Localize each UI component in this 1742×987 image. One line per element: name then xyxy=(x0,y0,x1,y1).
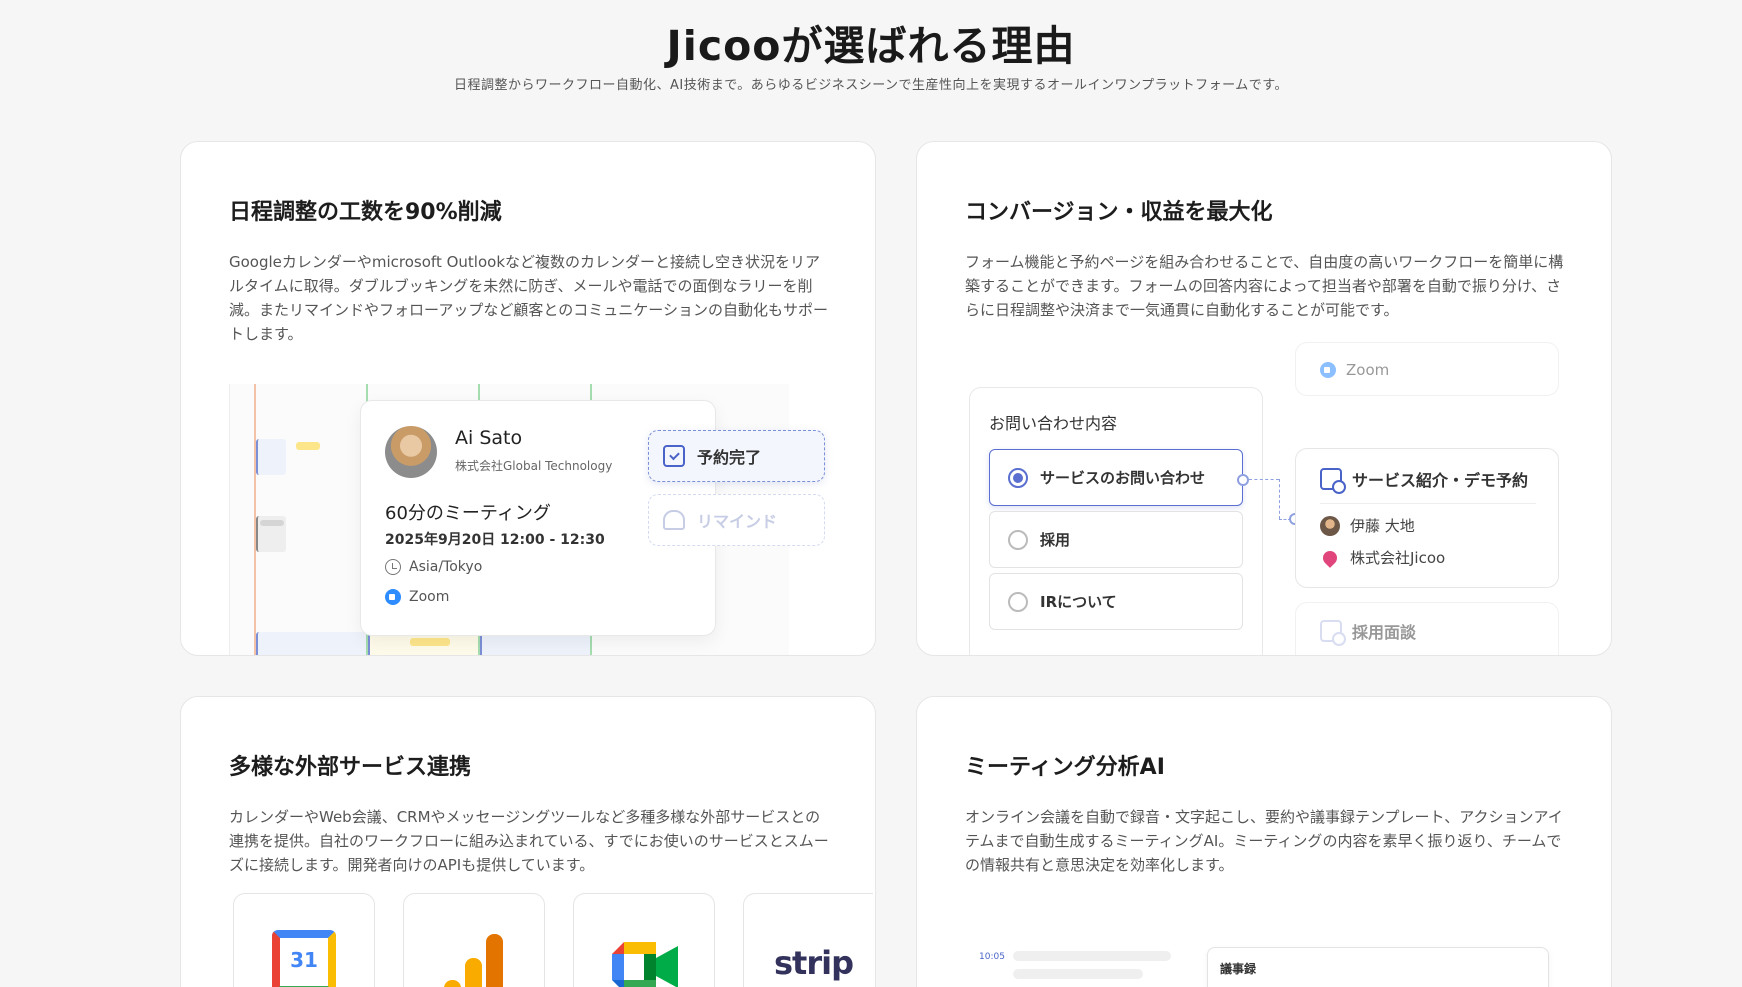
radio-icon xyxy=(1008,591,1028,612)
zoom-icon xyxy=(1320,362,1336,378)
card-description: カレンダーやWeb会議、CRMやメッセージングツールなど多種多様な外部サービスと… xyxy=(229,808,829,874)
connector-line xyxy=(1249,479,1279,480)
host-avatar xyxy=(1320,515,1340,536)
service-company: 株式会社Jicoo xyxy=(1350,549,1446,567)
card-title: コンバージョン・収益を最大化 xyxy=(965,200,1273,225)
integration-stripe[interactable]: strip xyxy=(743,893,873,987)
section-subtitle: 日程調整からワークフロー自動化、AI技術まで。あらゆるビジネスシーンで生産性向上… xyxy=(454,78,1288,93)
calendar-clock-icon xyxy=(1320,620,1346,646)
integration-google-calendar[interactable]: 31 xyxy=(233,893,375,987)
service-title: サービス紹介・デモ予約 xyxy=(1352,471,1529,490)
form-option-recruitment[interactable]: 採用 xyxy=(989,511,1243,568)
card-description: フォーム機能と予約ページを組み合わせることで、自由度の高いワークフローを簡単に構… xyxy=(965,253,1564,319)
location-row: Zoom xyxy=(385,589,449,605)
service-card-recruit[interactable]: 採用面談 xyxy=(1295,602,1559,655)
card-description: オンライン会議を自動で録音・文字起こし、要約や議事録テンプレート、アクションアイ… xyxy=(965,808,1563,874)
feature-card-conversion: コンバージョン・収益を最大化 フォーム機能と予約ページを組み合わせることで、自由… xyxy=(916,141,1612,656)
calendar-clock-icon xyxy=(1320,468,1346,494)
service-title-row: 採用面談 xyxy=(1320,619,1417,646)
zoom-icon xyxy=(385,589,401,605)
service-title: 採用面談 xyxy=(1352,623,1417,642)
inquiry-form: お問い合わせ内容 サービスのお問い合わせ 採用 IRについて xyxy=(969,387,1263,655)
card-description: Googleカレンダーやmicrosoft Outlookなど複数のカレンダーと… xyxy=(229,253,828,343)
timezone-row: Asia/Tokyo xyxy=(385,559,482,575)
bell-icon xyxy=(663,510,685,530)
service-location-row: Zoom xyxy=(1320,361,1389,379)
feature-card-meeting-ai: ミーティング分析AI オンライン会議を自動で録音・文字起こし、要約や議事録テンプ… xyxy=(916,696,1612,987)
form-option-service-inquiry[interactable]: サービスのお問い合わせ xyxy=(989,449,1243,506)
stripe-icon: strip xyxy=(774,944,854,982)
integration-google-meet[interactable] xyxy=(573,893,715,987)
transcript-line xyxy=(1013,951,1171,961)
location-pin-icon xyxy=(1320,547,1340,568)
service-host: 伊藤 大地 xyxy=(1350,517,1415,535)
reminder-badge: リマインド xyxy=(648,494,825,546)
connector-line xyxy=(1279,479,1280,519)
option-label: 採用 xyxy=(1040,531,1071,549)
clock-icon xyxy=(385,559,401,575)
service-company-row: 株式会社Jicoo xyxy=(1320,547,1445,568)
radio-selected-icon xyxy=(1008,467,1028,488)
google-analytics-icon xyxy=(444,934,504,987)
transcript-line xyxy=(1013,969,1143,979)
meeting-topic: 60分のミーティング xyxy=(385,503,551,524)
reminder-label: リマインド xyxy=(697,512,778,531)
connector-node xyxy=(1237,474,1249,486)
google-calendar-icon: 31 xyxy=(272,930,336,987)
divider xyxy=(1320,503,1536,504)
service-host-row: 伊藤 大地 xyxy=(1320,515,1415,536)
avatar xyxy=(385,426,437,478)
form-option-ir[interactable]: IRについて xyxy=(989,573,1243,630)
integration-google-analytics[interactable] xyxy=(403,893,545,987)
feature-card-integrations: 多様な外部サービス連携 カレンダーやWeb会議、CRMやメッセージングツールなど… xyxy=(180,696,876,987)
card-title: 多様な外部サービス連携 xyxy=(229,755,472,780)
minutes-title: 議事録 xyxy=(1220,962,1257,976)
timezone-label: Asia/Tokyo xyxy=(409,559,483,575)
card-title: ミーティング分析AI xyxy=(965,755,1165,780)
radio-icon xyxy=(1008,529,1028,550)
feature-card-scheduling: 日程調整の工数を90%削減 Googleカレンダーやmicrosoft Outl… xyxy=(180,141,876,656)
section-title: Jicooが選ばれる理由 xyxy=(666,22,1076,70)
option-label: IRについて xyxy=(1040,593,1117,611)
location-label: Zoom xyxy=(409,589,450,605)
attendee-company: 株式会社Global Technology xyxy=(455,459,613,473)
card-title: 日程調整の工数を90%削減 xyxy=(229,200,502,225)
service-card-top: Zoom xyxy=(1295,342,1559,396)
meeting-minutes-panel: 議事録 xyxy=(1207,947,1549,987)
google-meet-icon xyxy=(612,942,678,987)
form-heading: お問い合わせ内容 xyxy=(989,414,1118,433)
transcript-timestamp: 10:05 xyxy=(979,952,1005,962)
service-card-demo[interactable]: サービス紹介・デモ予約 伊藤 大地 株式会社Jicoo xyxy=(1295,448,1559,588)
option-label: サービスのお問い合わせ xyxy=(1040,469,1206,487)
calendar-check-icon xyxy=(663,445,685,467)
attendee-name: Ai Sato xyxy=(455,427,523,449)
meeting-datetime: 2025年9月20日 12:00 - 12:30 xyxy=(385,532,605,548)
service-title-row: サービス紹介・デモ予約 xyxy=(1320,467,1529,494)
booking-complete-label: 予約完了 xyxy=(697,448,762,467)
booking-complete-badge: 予約完了 xyxy=(648,430,825,482)
service-location-label: Zoom xyxy=(1346,361,1390,379)
